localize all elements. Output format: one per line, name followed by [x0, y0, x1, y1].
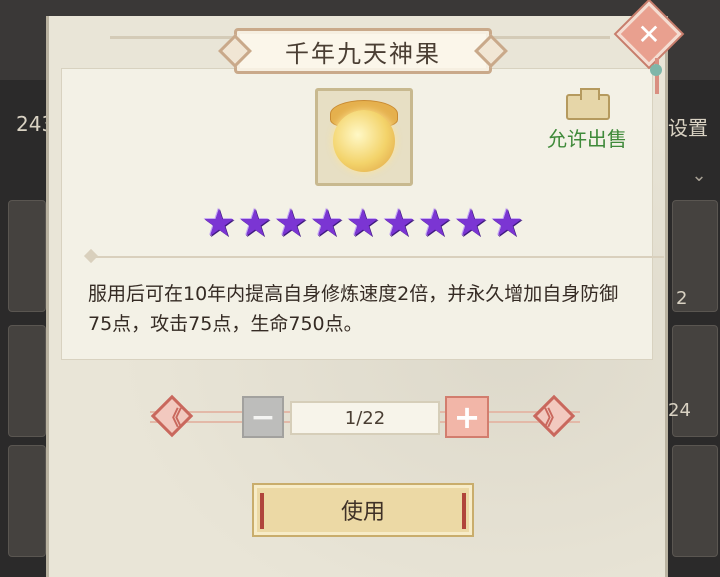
increase-button[interactable]: + [445, 396, 489, 438]
star-rating: ★ ★ ★ ★ ★ ★ ★ ★ ★ [201, 201, 527, 245]
double-chevron-left-icon[interactable]: 《 [151, 395, 193, 437]
dialog-title: 千年九天神果 [285, 39, 441, 68]
star-icon: ★ [345, 201, 381, 245]
use-button[interactable]: 使用 [252, 483, 474, 537]
star-icon: ★ [237, 201, 273, 245]
star-icon: ★ [381, 201, 417, 245]
golden-fruit-icon [333, 110, 395, 172]
star-icon: ★ [201, 201, 237, 245]
star-icon: ★ [453, 201, 489, 245]
background-settings-text[interactable]: 设置 [668, 112, 708, 141]
background-tile [8, 445, 46, 557]
decrease-button[interactable]: − [242, 396, 284, 438]
item-description: 服用后可在10年内提高自身修炼速度2倍，并永久增加自身防御75点，攻击75点，生… [88, 283, 619, 335]
quantity-field[interactable]: 1/22 [290, 401, 440, 435]
background-number: 2 [676, 288, 688, 309]
close-icon[interactable]: ✕ [629, 14, 669, 54]
star-icon: ★ [489, 201, 525, 245]
background-tile [8, 325, 46, 437]
divider [92, 256, 664, 258]
background-tile [672, 445, 718, 557]
star-icon: ★ [417, 201, 453, 245]
star-icon: ★ [309, 201, 345, 245]
allow-sale-label: 允许出售 [547, 127, 627, 151]
title-banner: 千年九天神果 [234, 28, 492, 74]
background-tile [8, 200, 46, 312]
star-icon: ★ [273, 201, 309, 245]
shop-stall-icon [566, 88, 610, 120]
title-banner-wrap: 千年九天神果 [110, 8, 620, 74]
chevron-down-icon[interactable]: ⌄ [688, 165, 710, 187]
double-chevron-right-icon[interactable]: 》 [533, 395, 575, 437]
tassel-bead [650, 64, 662, 76]
background-number: 24 [668, 400, 691, 421]
